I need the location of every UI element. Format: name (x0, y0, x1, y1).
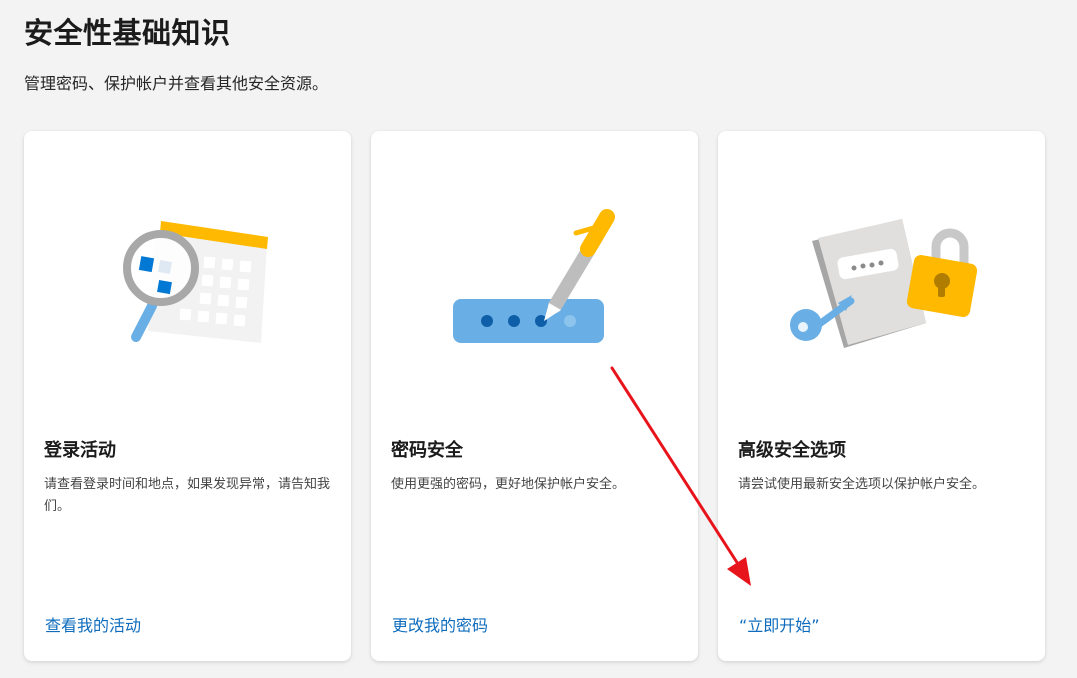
card-title: 高级安全选项 (738, 440, 846, 461)
password-security-card: 密码安全 使用更强的密码，更好地保护帐户安全。 更改我的密码 (371, 131, 698, 661)
card-description: 请尝试使用最新安全选项以保护帐户安全。 (738, 477, 986, 492)
page-subtitle: 管理密码、保护帐户并查看其他安全资源。 (24, 74, 329, 93)
page-title: 安全性基础知识 (24, 16, 231, 50)
advanced-security-options-card: 高级安全选项 请尝试使用最新安全选项以保护帐户安全。 “立即开始” (718, 131, 1045, 661)
notebook-key-lock-illustration (790, 219, 978, 348)
change-my-password-link[interactable]: 更改我的密码 (392, 612, 488, 636)
card-title: 登录活动 (44, 440, 116, 461)
sign-in-activity-card: 登录活动 请查看登录时间和地点，如果发现异常，请告知我们。 查看我的活动 (24, 131, 351, 661)
calendar-magnifier-illustration (123, 221, 268, 343)
password-field-pen-illustration (453, 209, 615, 343)
security-basics-page: 安全性基础知识 管理密码、保护帐户并查看其他安全资源。 登录活动 请查看登录时间… (0, 0, 1077, 678)
card-description: 使用更强的密码，更好地保护帐户安全。 (391, 477, 626, 492)
get-started-link[interactable]: “立即开始” (739, 612, 820, 636)
view-my-activity-link[interactable]: 查看我的活动 (45, 612, 141, 636)
card-description: 请查看登录时间和地点，如果发现异常，请告知我们。 (44, 477, 331, 514)
card-title: 密码安全 (391, 440, 463, 461)
